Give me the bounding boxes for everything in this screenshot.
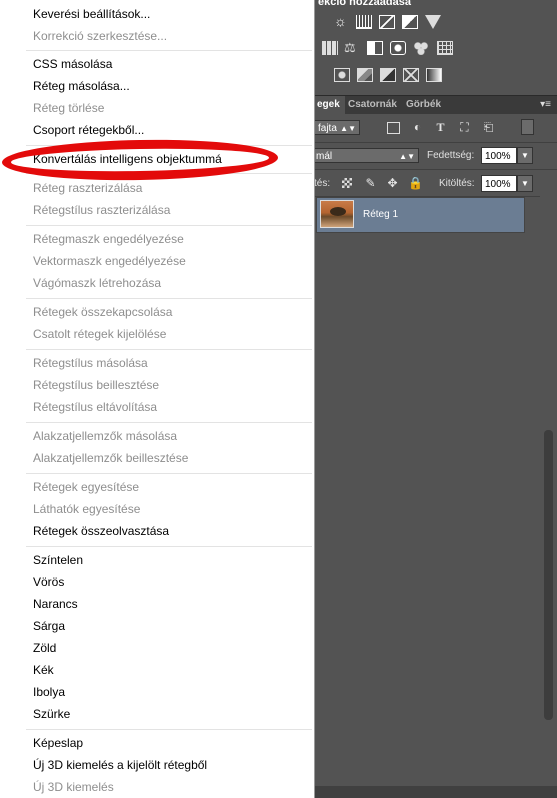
menu-item-enable-layer-mask: Rétegmaszk engedélyezése: [33, 232, 184, 246]
menu-item-merge-layers: Rétegek egyesítése: [33, 480, 140, 494]
pixel-filter-icon[interactable]: [387, 122, 400, 134]
menu-separator: [26, 473, 312, 474]
black-white-icon[interactable]: [367, 41, 383, 55]
menu-item-new-3d-extrusion: Új 3D kiemelés: [33, 780, 114, 794]
blend-mode-select[interactable]: mál ▲▼: [312, 148, 419, 163]
menu-separator: [26, 50, 312, 51]
selective-color-icon[interactable]: [403, 68, 419, 82]
menu-item-postcard[interactable]: Képeslap: [33, 736, 83, 751]
layer-name[interactable]: Réteg 1: [363, 209, 398, 220]
opacity-field[interactable]: 100%: [481, 147, 517, 164]
kind-filter-value: fajta: [318, 123, 337, 134]
menu-item-new-3d-extrusion-from-layer[interactable]: Új 3D kiemelés a kijelölt rétegből: [33, 758, 207, 773]
opacity-dropdown[interactable]: ▼: [517, 147, 533, 164]
menu-item-merge-visible: Láthatók egyesítése: [33, 502, 141, 516]
layer-context-menu: Keverési beállítások... Korrekció szerke…: [0, 0, 315, 798]
menu-item-color-yellow[interactable]: Sárga: [33, 619, 65, 634]
menu-item-copy-shape-attributes: Alakzatjellemzők másolása: [33, 429, 178, 443]
menu-item-duplicate-layer[interactable]: Réteg másolása...: [33, 79, 130, 94]
color-lookup-icon[interactable]: [437, 41, 453, 55]
color-balance-icon[interactable]: ⚖: [344, 41, 360, 55]
menu-item-select-linked-layers: Csatolt rétegek kijelölése: [33, 327, 167, 341]
adjustments-panel: ekció hozzáadása ☼ ⚖: [312, 0, 557, 94]
opacity-label: Fedettség:: [427, 150, 475, 161]
tab-layers[interactable]: egek: [312, 96, 345, 114]
menu-separator: [26, 349, 312, 350]
tab-channels[interactable]: Csatornák: [343, 96, 402, 114]
adjustment-filter-icon[interactable]: ◐: [411, 121, 424, 133]
menu-item-delete-layer: Réteg törlése: [33, 101, 105, 115]
menu-item-paste-layer-style: Rétegstílus beillesztése: [33, 378, 160, 392]
fill-field[interactable]: 100%: [481, 175, 517, 192]
posterize-icon[interactable]: [357, 68, 373, 82]
menu-item-clear-layer-style: Rétegstílus eltávolítása: [33, 400, 158, 414]
panel-menu-icon[interactable]: ▾≡: [540, 99, 551, 110]
menu-item-color-red[interactable]: Vörös: [33, 575, 64, 590]
menu-separator: [26, 225, 312, 226]
blend-opacity-row: mál ▲▼ Fedettség: 100% ▼: [312, 143, 557, 170]
fill-dropdown[interactable]: ▼: [517, 175, 533, 192]
hue-saturation-icon[interactable]: [322, 41, 338, 55]
lock-fill-row: tés: ✎ ✥ 🔒 Kitöltés: 100% ▼: [312, 170, 557, 197]
layer-row[interactable]: Réteg 1: [316, 197, 525, 233]
menu-separator: [26, 729, 312, 730]
lock-label: tés:: [314, 178, 331, 189]
menu-separator: [26, 546, 312, 547]
menu-item-enable-vector-mask: Vektormaszk engedélyezése: [33, 254, 186, 268]
menu-item-copy-layer-style: Rétegstílus másolása: [33, 356, 148, 370]
kind-filter-select[interactable]: fajta ▲▼: [314, 120, 360, 135]
levels-icon[interactable]: [356, 15, 372, 29]
menu-item-blending-options[interactable]: Keverési beállítások...: [33, 7, 150, 22]
menu-item-color-green[interactable]: Zöld: [33, 641, 56, 656]
layer-thumbnail: [320, 200, 354, 228]
blend-mode-value: mál: [316, 151, 333, 162]
chevron-down-icon: ▲▼: [340, 124, 356, 133]
photo-filter-icon[interactable]: [390, 41, 406, 55]
menu-item-color-none[interactable]: Színtelen: [33, 553, 83, 568]
lock-all-icon[interactable]: 🔒: [408, 177, 423, 189]
invert-icon[interactable]: [334, 68, 350, 82]
gradient-triangle-icon[interactable]: [425, 15, 441, 29]
menu-item-paste-shape-attributes: Alakzatjellemzők beillesztése: [33, 451, 189, 465]
tab-curves[interactable]: Görbék: [401, 96, 446, 114]
menu-separator: [26, 298, 312, 299]
menu-item-color-blue[interactable]: Kék: [33, 663, 54, 678]
menu-item-color-violet[interactable]: Ibolya: [33, 685, 65, 700]
menu-item-group-from-layers[interactable]: Csoport rétegekből...: [33, 123, 144, 138]
smart-object-filter-icon[interactable]: ⎗: [482, 121, 495, 133]
menu-item-copy-css[interactable]: CSS másolása: [33, 57, 112, 72]
menu-item-link-layers: Rétegek összekapcsolása: [33, 305, 173, 319]
menu-item-rasterize-layer: Réteg raszterizálása: [33, 181, 143, 195]
lock-paint-brush-icon[interactable]: ✎: [364, 177, 377, 189]
menu-item-edit-adjustment: Korrekció szerkesztése...: [33, 29, 168, 43]
filter-toggle[interactable]: [521, 119, 534, 135]
adjustments-title: ekció hozzáadása: [318, 0, 411, 8]
gradient-map-icon[interactable]: [426, 68, 442, 82]
shape-filter-icon[interactable]: ⛶: [458, 121, 471, 133]
curves-icon[interactable]: [379, 15, 395, 29]
menu-separator: [26, 422, 312, 423]
brightness-icon[interactable]: ☼: [334, 14, 350, 28]
layers-panel-tabs: egek Csatornák Görbék ▾≡: [312, 95, 557, 114]
layer-filter-row: fajta ▲▼ ◐ T ⛶ ⎗: [312, 114, 557, 143]
threshold-icon[interactable]: [380, 68, 396, 82]
chevron-down-icon: ▲▼: [399, 152, 415, 161]
menu-item-color-gray[interactable]: Szürke: [33, 707, 70, 722]
lock-position-move-icon[interactable]: ✥: [386, 177, 399, 189]
lock-transparent-icon[interactable]: [342, 178, 352, 188]
menu-item-flatten-image[interactable]: Rétegek összeolvasztása: [33, 524, 169, 539]
menu-item-create-clipping-mask: Vágómaszk létrehozása: [33, 276, 162, 290]
exposure-icon[interactable]: [402, 15, 418, 29]
type-filter-icon[interactable]: T: [434, 121, 447, 133]
menu-item-rasterize-layer-style: Rétegstílus raszterizálása: [33, 203, 171, 217]
layers-panel-area: ekció hozzáadása ☼ ⚖ egek Csatornák Görb…: [312, 0, 557, 798]
menu-item-color-orange[interactable]: Narancs: [33, 597, 78, 612]
panel-bottom-bar: [312, 786, 557, 798]
scrollbar-thumb[interactable]: [544, 430, 553, 720]
fill-label: Kitöltés:: [439, 178, 475, 189]
channel-mixer-icon[interactable]: [413, 41, 429, 55]
